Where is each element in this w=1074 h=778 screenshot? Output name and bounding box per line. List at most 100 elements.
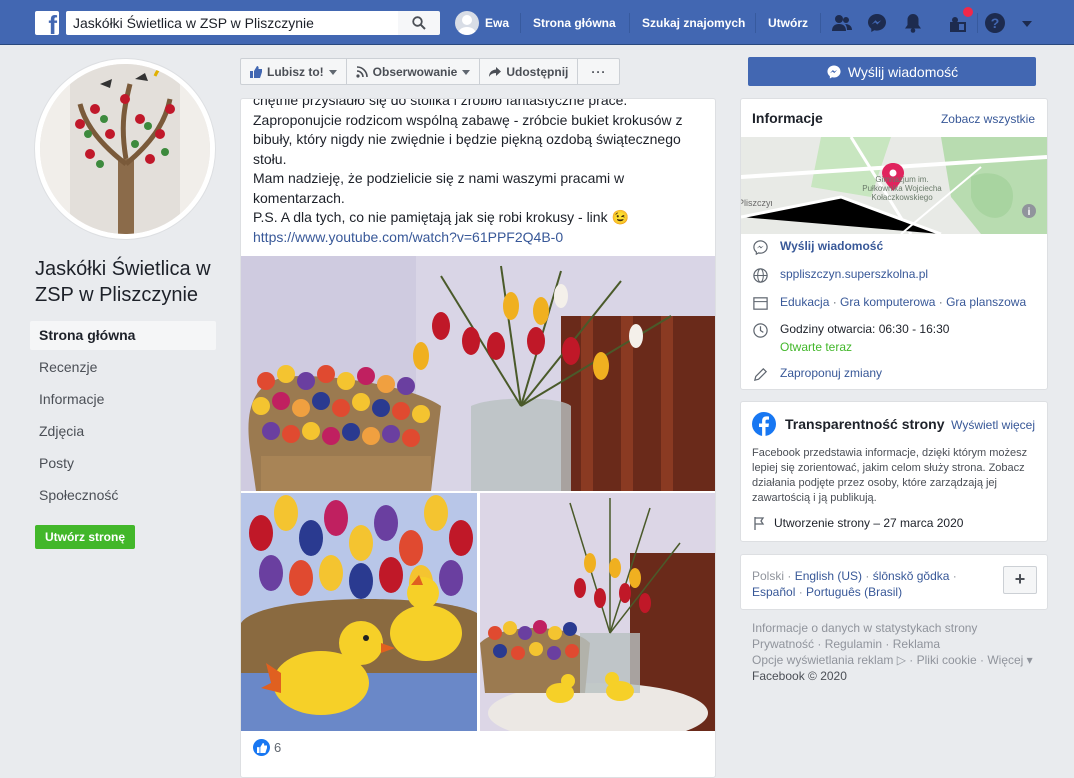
ad-choices-icon: ▷ [893,653,906,667]
globe-icon [753,268,768,283]
page-nav-posts[interactable]: Posty [30,449,216,478]
like-page-button[interactable]: Lubisz to! [241,59,347,84]
post-photo-crocus-bouquet[interactable] [241,256,715,491]
info-send-message-row[interactable]: Wyślij wiadomość [752,239,883,256]
see-more-link[interactable]: Wyświetl więcej [951,418,1035,432]
page-nav-home[interactable]: Strona główna [30,321,216,350]
messenger-icon[interactable] [866,12,888,34]
nav-home-link[interactable]: Strona główna [533,16,616,30]
more-options-button[interactable]: ··· [578,59,619,84]
clock-icon [753,323,768,338]
create-page-button[interactable]: Utwórz stronę [35,525,135,549]
facebook-logo-icon[interactable]: f [35,11,59,35]
post-paragraph: P.S. A dla tych, co nie pamiętają jak si… [253,209,629,225]
footer-link[interactable]: Więcej [987,653,1023,667]
send-message-button[interactable]: Wyślij wiadomość [748,57,1036,86]
page-nav-about[interactable]: Informacje [30,385,216,414]
post-paragraph: chętnie przysiadło się do stolika i zrob… [253,98,628,108]
chevron-down-icon [328,69,337,75]
page-created-row: Utworzenie strony – 27 marca 2020 [752,515,963,531]
top-navigation-bar: f Ewa Strona główna Szukaj znajomych Utw… [0,0,1074,45]
language-link[interactable]: ślōnskŏ gŏdka [873,569,950,583]
follow-label: Obserwowanie [372,64,458,79]
footer-link[interactable]: Regulamin [825,637,882,651]
friend-requests-icon[interactable] [831,12,853,34]
info-hours-row[interactable]: Godziny otwarcia: 06:30 - 16:30 Otwarte … [752,322,949,354]
post-reactions[interactable]: 6 [253,739,281,756]
footer-link[interactable]: Reklama [893,637,940,651]
share-label: Udostępnij [506,64,569,79]
language-link[interactable]: Español [752,585,795,599]
user-name-link[interactable]: Ewa [485,16,509,30]
post-photo-table-arrangement[interactable] [480,493,715,731]
post-paragraph: Mam nadzieję, że podzielicie się z nami … [253,170,625,206]
notifications-bell-icon[interactable] [902,12,924,34]
footer-link[interactable]: Prywatność [752,637,814,651]
account-menu-chevron-down-icon[interactable] [1020,16,1034,30]
nav-find-friends-link[interactable]: Szukaj znajomych [642,16,745,30]
nav-divider [755,13,756,33]
notification-badge [963,7,973,17]
map-place-label: Gimnazjum im. Pułkownika Wojciecha Kołac… [862,175,942,202]
user-avatar[interactable] [455,11,479,35]
post-card: chętnie przysiadło się do stolika i zrob… [240,98,716,778]
page-profile-picture[interactable] [35,59,215,239]
page-transparency-card: Transparentność strony Wyświetl więcej F… [740,401,1048,542]
messenger-outline-icon [753,240,768,256]
current-language: Polski [752,569,785,583]
page-title[interactable]: Jaskółki Świetlica w ZSP w Pliszczynie [35,256,225,308]
post-paragraph: Zaproponujcie rodzicom wspólną zabawę - … [253,111,683,167]
location-map[interactable]: i Gimnazjum im. Pułkownika Wojciecha Koł… [741,137,1047,234]
language-list: Polski · English (US) · ślōnskŏ gŏdka · … [752,569,957,599]
share-arrow-icon [489,66,502,77]
footer-stats-link[interactable]: Informacje o danych w statystykach stron… [752,620,1042,636]
follow-button[interactable]: Obserwowanie [347,59,481,84]
footer: Informacje o danych w statystykach stron… [752,620,1042,684]
nav-divider [520,13,521,33]
share-button[interactable]: Udostępnij [480,59,579,84]
footer-link[interactable]: Pliki cookie [917,653,977,667]
svg-text:?: ? [991,15,1000,31]
footer-link[interactable]: Opcje wyświetlania reklam [752,653,893,667]
category-link[interactable]: Gra komputerowa [840,295,935,309]
info-card: Informacje Zobacz wszystkie i Gimnazjum … [740,98,1048,390]
post-photo-chicks-basket[interactable] [241,493,477,731]
like-page-label: Lubisz to! [267,64,324,79]
chevron-down-icon [462,69,471,75]
messenger-icon [827,64,841,79]
info-website-row[interactable]: sppliszczyn.superszkolna.pl [752,267,928,284]
flag-icon [754,517,765,530]
nav-divider [977,13,978,33]
pencil-icon [753,367,768,382]
youtube-link[interactable]: https://www.youtube.com/watch?v=61PPF2Q4… [253,229,563,245]
transparency-description: Facebook przedstawia informacje, dzięki … [752,447,1028,504]
category-link[interactable]: Gra planszowa [946,295,1026,309]
nav-divider [820,13,821,33]
add-language-button[interactable]: + [1003,566,1037,594]
rss-follow-icon [356,65,368,78]
transparency-title: Transparentność strony [785,416,945,432]
search-button[interactable] [398,11,440,35]
category-link[interactable]: Edukacja [780,295,829,309]
page-nav-photos[interactable]: Zdjęcia [30,417,216,446]
language-link[interactable]: English (US) [795,569,862,583]
info-suggest-edits-row[interactable]: Zaproponuj zmiany [752,366,882,383]
footer-copyright: Facebook © 2020 [752,669,847,683]
category-tag-icon [753,297,768,310]
opening-hours: Godziny otwarcia: 06:30 - 16:30 [780,322,950,336]
info-categories-row: Edukacja · Gra komputerowa · Gra planszo… [752,295,1026,312]
language-link[interactable]: Português (Brasil) [806,585,902,599]
page-nav-reviews[interactable]: Recenzje [30,353,216,382]
map-town-label: Pliszczyn [741,198,772,208]
page-nav-community[interactable]: Społeczność [30,481,216,510]
see-all-link[interactable]: Zobacz wszystkie [941,112,1035,126]
help-icon[interactable]: ? [984,12,1006,34]
page-created-date: Utworzenie strony – 27 marca 2020 [774,516,964,530]
thumbs-up-icon [250,65,262,78]
likes-count: 6 [274,740,282,755]
open-now-status: Otwarte teraz [780,340,853,354]
website-link[interactable]: sppliszczyn.superszkolna.pl [780,267,928,284]
search-input[interactable] [66,11,398,35]
nav-create-link[interactable]: Utwórz [768,16,808,30]
suggest-edits-link[interactable]: Zaproponuj zmiany [780,366,882,383]
